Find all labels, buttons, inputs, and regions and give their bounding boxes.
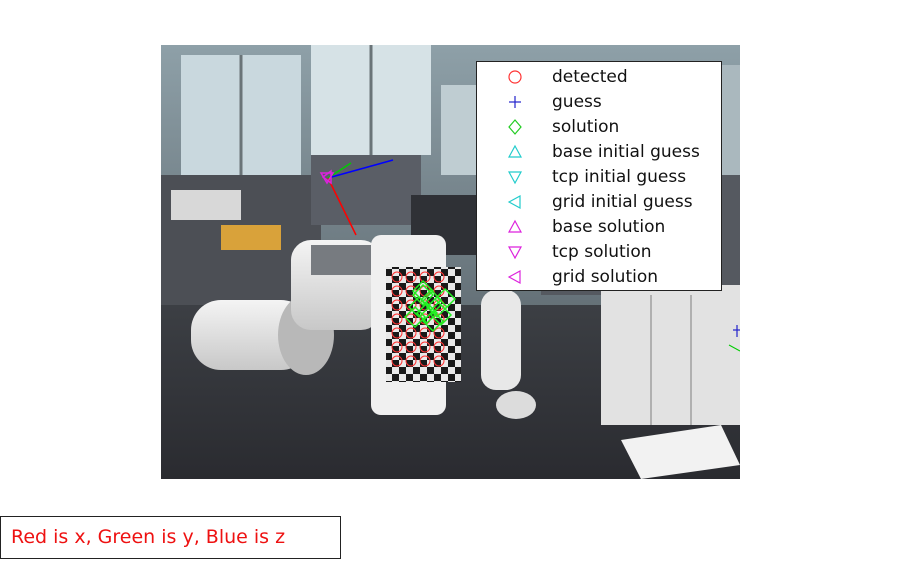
- circle-icon: [508, 70, 522, 84]
- legend-label: grid solution: [552, 267, 659, 287]
- diamond-icon: [508, 119, 522, 135]
- figure-canvas: detected guess solution base initial gue…: [0, 0, 904, 574]
- legend-label: detected: [552, 67, 628, 87]
- legend: detected guess solution base initial gue…: [476, 61, 722, 291]
- legend-item-base-initial-guess: base initial guess: [477, 140, 723, 164]
- triangle-up-icon: [507, 144, 523, 158]
- legend-item-solution: solution: [477, 115, 723, 139]
- legend-item-guess: guess: [477, 90, 723, 114]
- triangle-up-icon: [507, 219, 523, 233]
- legend-label: solution: [552, 117, 620, 137]
- legend-label: base solution: [552, 217, 666, 237]
- legend-label: grid initial guess: [552, 192, 693, 212]
- legend-label: tcp initial guess: [552, 167, 687, 187]
- legend-item-grid-solution: grid solution: [477, 265, 723, 289]
- legend-item-detected: detected: [477, 65, 723, 89]
- caption-text: Red is x, Green is y, Blue is z: [11, 526, 286, 548]
- legend-item-tcp-initial-guess: tcp initial guess: [477, 165, 723, 189]
- triangle-left-icon: [507, 269, 521, 285]
- legend-label: base initial guess: [552, 142, 700, 162]
- legend-item-grid-initial-guess: grid initial guess: [477, 190, 723, 214]
- legend-item-tcp-solution: tcp solution: [477, 240, 723, 264]
- triangle-down-icon: [507, 171, 523, 185]
- triangle-left-icon: [507, 194, 521, 210]
- axis-color-caption: Red is x, Green is y, Blue is z: [0, 516, 341, 559]
- triangle-down-icon: [507, 246, 523, 260]
- legend-label: tcp solution: [552, 242, 652, 262]
- legend-item-base-solution: base solution: [477, 215, 723, 239]
- legend-label: guess: [552, 92, 602, 112]
- plus-icon: [509, 96, 521, 108]
